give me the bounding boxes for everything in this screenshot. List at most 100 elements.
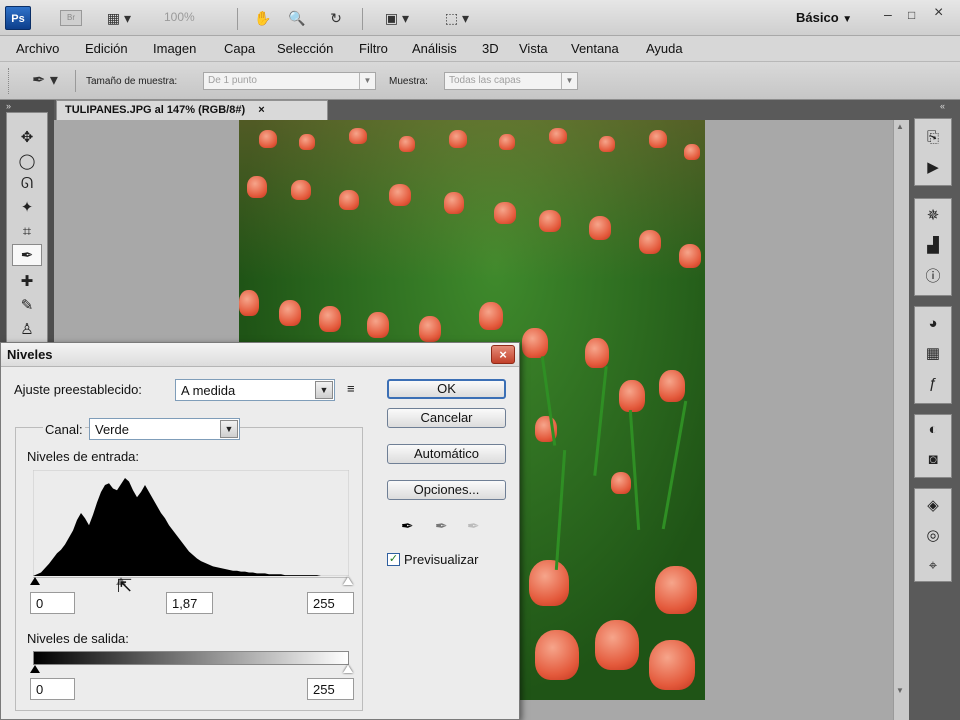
preset-label: Ajuste preestablecido: xyxy=(14,382,142,397)
rotate-view-icon[interactable]: ↻ xyxy=(324,8,348,28)
tulip xyxy=(522,328,548,358)
hand-tool-icon[interactable]: ✋ xyxy=(252,8,274,28)
brush-tool-icon[interactable]: ✎ xyxy=(12,294,42,316)
collapse-tools-icon[interactable]: » xyxy=(6,101,11,111)
menu-seleccion[interactable]: Selección xyxy=(277,41,333,56)
tulip xyxy=(247,176,267,198)
tulip xyxy=(595,620,639,670)
document-tab-title: TULIPANES.JPG al 147% (RGB/8#) xyxy=(65,104,246,116)
input-white-slider[interactable] xyxy=(343,577,353,585)
zoom-level[interactable]: 100% xyxy=(164,10,195,24)
scroll-down-icon[interactable]: ▼ xyxy=(896,686,904,695)
menu-archivo[interactable]: Archivo xyxy=(16,41,59,56)
options-bar: ✒ ▾ Tamaño de muestra: De 1 punto ▼ Mues… xyxy=(0,62,960,100)
tulip xyxy=(389,184,411,206)
eyedropper-tool-icon[interactable]: ✒ xyxy=(12,244,42,266)
tulip xyxy=(585,338,609,368)
tulip xyxy=(419,316,441,342)
channels-panel-icon[interactable]: ◎ xyxy=(919,524,947,546)
levels-dialog-title[interactable]: Niveles xyxy=(1,343,519,367)
gray-eyedropper-icon[interactable]: ✒ xyxy=(435,517,448,535)
menu-vista[interactable]: Vista xyxy=(519,41,548,56)
preset-select[interactable]: A medida ▼ xyxy=(175,379,335,401)
menu-ayuda[interactable]: Ayuda xyxy=(646,41,683,56)
auto-button[interactable]: Automático xyxy=(387,444,506,464)
screen-mode-icon[interactable]: ⬚ ▾ xyxy=(436,8,478,28)
close-dialog-button[interactable]: × xyxy=(491,345,515,364)
crop-tool-icon[interactable]: ⌗ xyxy=(12,220,42,242)
menu-capa[interactable]: Capa xyxy=(224,41,255,56)
lasso-tool-icon[interactable]: ᘏ xyxy=(12,172,42,194)
output-black-field[interactable]: 0 xyxy=(30,678,75,700)
preset-options-icon[interactable]: ≡ xyxy=(347,381,355,396)
cancel-button[interactable]: Cancelar xyxy=(387,408,506,428)
menu-3d[interactable]: 3D xyxy=(482,41,499,56)
healing-brush-tool-icon[interactable]: ✚ xyxy=(12,270,42,292)
preset-value: A medida xyxy=(181,383,236,398)
swatches-panel-icon[interactable]: ▦ xyxy=(919,342,947,364)
chevron-down-icon: ▼ xyxy=(315,381,333,399)
clone-stamp-tool-icon[interactable]: ♙ xyxy=(12,318,42,340)
close-button[interactable]: × xyxy=(934,4,943,22)
close-document-icon[interactable]: × xyxy=(258,104,264,116)
magic-wand-tool-icon[interactable]: ✦ xyxy=(12,196,42,218)
output-white-field[interactable]: 255 xyxy=(307,678,354,700)
tulip xyxy=(319,306,341,332)
channel-select[interactable]: Verde ▼ xyxy=(89,418,240,440)
scroll-up-icon[interactable]: ▲ xyxy=(896,122,904,131)
expand-panels-icon[interactable]: « xyxy=(940,101,945,111)
history-panel-icon[interactable]: ⎘ xyxy=(919,126,947,148)
panel-dock xyxy=(909,100,960,720)
tulip xyxy=(291,180,311,200)
navigator-panel-icon[interactable]: ✵ xyxy=(919,204,947,226)
info-panel-icon[interactable]: ⓘ xyxy=(919,264,947,286)
masks-panel-icon[interactable]: ◙ xyxy=(919,448,947,470)
tulip xyxy=(239,290,259,316)
levels-dialog: Niveles × Ajuste preestablecido: A medid… xyxy=(0,342,520,720)
photoshop-logo-icon[interactable]: Ps xyxy=(5,6,31,30)
ok-button[interactable]: OK xyxy=(387,379,506,399)
sample-value: Todas las capas xyxy=(449,75,521,86)
minimize-button[interactable]: – xyxy=(884,6,892,22)
adjustments-panel-icon[interactable]: ◐ xyxy=(919,418,947,440)
options-grip[interactable] xyxy=(8,68,10,94)
preview-checkbox[interactable]: ✓ xyxy=(387,553,400,566)
menu-filtro[interactable]: Filtro xyxy=(359,41,388,56)
sample-size-select[interactable]: De 1 punto ▼ xyxy=(203,72,376,90)
workspace-switcher[interactable]: Básico ▼ xyxy=(796,10,852,25)
sample-select[interactable]: Todas las capas ▼ xyxy=(444,72,578,90)
bridge-launch-icon[interactable]: Br xyxy=(60,10,82,26)
histogram-panel-icon[interactable]: ▟ xyxy=(919,234,947,256)
menu-ventana[interactable]: Ventana xyxy=(571,41,619,56)
vertical-scrollbar[interactable]: ▲ ▼ xyxy=(893,120,909,720)
options-button[interactable]: Opciones... xyxy=(387,480,506,500)
menu-edicion[interactable]: Edición xyxy=(85,41,128,56)
output-white-slider[interactable] xyxy=(343,665,353,673)
view-extras-icon[interactable]: ▦ ▾ xyxy=(102,8,136,28)
tulip xyxy=(367,312,389,338)
document-tab[interactable]: TULIPANES.JPG al 147% (RGB/8#) × xyxy=(56,100,328,120)
marquee-tool-icon[interactable]: ◯ xyxy=(12,150,42,172)
menu-imagen[interactable]: Imagen xyxy=(153,41,196,56)
arrange-documents-icon[interactable]: ▣ ▾ xyxy=(376,8,418,28)
actions-panel-icon[interactable]: ▶ xyxy=(919,156,947,178)
paths-panel-icon[interactable]: ⌖ xyxy=(919,554,947,576)
input-black-slider[interactable] xyxy=(30,577,40,585)
chevron-down-icon: ▼ xyxy=(220,420,238,438)
move-tool-icon[interactable]: ✥ xyxy=(12,126,42,148)
layers-panel-icon[interactable]: ◈ xyxy=(919,494,947,516)
styles-panel-icon[interactable]: ƒ xyxy=(919,372,947,394)
tulip xyxy=(259,130,277,148)
maximize-button[interactable]: □ xyxy=(908,8,915,22)
black-eyedropper-icon[interactable]: ✒ xyxy=(401,517,414,535)
input-white-field[interactable]: 255 xyxy=(307,592,354,614)
zoom-tool-icon[interactable]: 🔍 xyxy=(286,8,308,28)
input-black-field[interactable]: 0 xyxy=(30,592,75,614)
output-black-slider[interactable] xyxy=(30,665,40,673)
tulip xyxy=(449,130,467,148)
input-gamma-field[interactable]: 1,87 xyxy=(166,592,213,614)
color-panel-icon[interactable]: ◕ xyxy=(919,312,947,334)
menu-analisis[interactable]: Análisis xyxy=(412,41,457,56)
tool-preset-picker-icon[interactable]: ✒ ▾ xyxy=(24,70,66,90)
white-eyedropper-icon[interactable]: ✒ xyxy=(467,517,480,535)
